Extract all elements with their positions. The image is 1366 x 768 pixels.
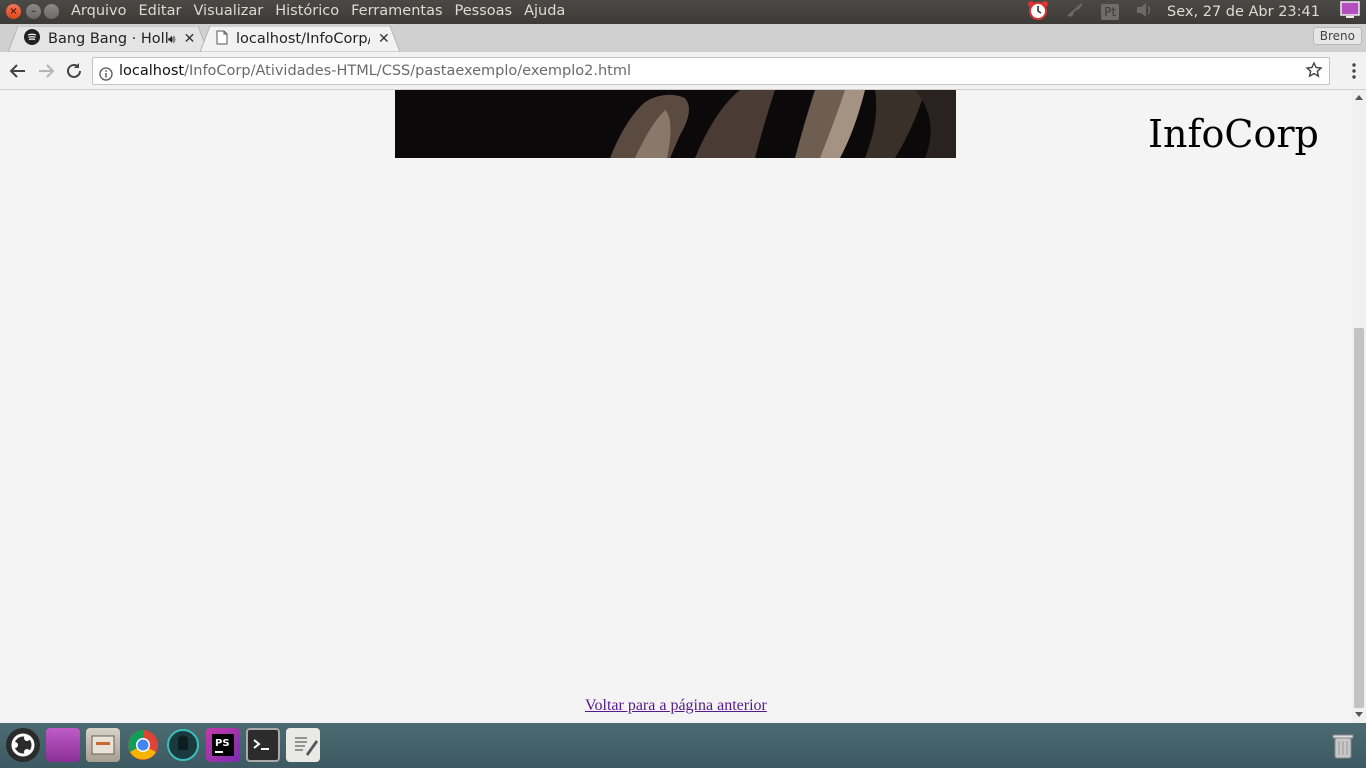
bookmark-star-icon[interactable] <box>1305 61 1323 88</box>
ubuntu-launcher-icon[interactable] <box>6 728 40 762</box>
gitkraken-icon[interactable] <box>166 728 200 762</box>
profile-button[interactable]: Breno <box>1312 27 1362 45</box>
window-maximize-button[interactable] <box>44 4 59 19</box>
scroll-up-icon[interactable] <box>1355 94 1363 100</box>
vertical-scrollbar[interactable] <box>1352 90 1366 723</box>
scrollbar-thumb[interactable] <box>1354 328 1364 708</box>
kebab-menu-icon[interactable] <box>1352 62 1356 80</box>
app-store-icon[interactable] <box>46 728 80 762</box>
tab-strip: Bang Bang · Holly 🔊︎ ✕ localhost/InfoCor… <box>0 24 1366 72</box>
files-icon[interactable] <box>86 728 120 762</box>
text-editor-icon[interactable] <box>286 728 320 762</box>
terminal-icon[interactable] <box>246 728 280 762</box>
reload-icon[interactable] <box>64 61 84 81</box>
url-host: localhost <box>119 63 185 79</box>
trash-icon[interactable] <box>1326 728 1360 762</box>
menu-ferramentas[interactable]: Ferramentas <box>351 3 442 19</box>
window-minimize-button[interactable]: – <box>26 4 41 19</box>
system-menubar: × – Arquivo Editar Visualizar Histórico … <box>0 0 1366 24</box>
menu-pessoas[interactable]: Pessoas <box>455 3 513 19</box>
page-icon <box>216 30 228 49</box>
session-icon[interactable] <box>1340 0 1360 24</box>
close-icon[interactable]: ✕ <box>378 31 390 47</box>
tab-title: localhost/InfoCorp/ <box>236 31 370 47</box>
forward-arrow-icon[interactable] <box>36 61 56 81</box>
window-close-button[interactable]: × <box>6 4 21 19</box>
back-link[interactable]: Voltar para a página anterior <box>585 697 767 715</box>
clock[interactable]: Sex, 27 de Abr 23:41 <box>1167 4 1320 20</box>
tab-spotify[interactable]: Bang Bang · Holly 🔊︎ ✕ <box>8 26 208 52</box>
menu-arquivo[interactable]: Arquivo <box>71 3 127 19</box>
address-bar[interactable]: localhost/InfoCorp/Atividades-HTML/CSS/p… <box>92 57 1330 85</box>
menu-visualizar[interactable]: Visualizar <box>193 3 263 19</box>
url-path: /InfoCorp/Atividades-HTML/CSS/pastaexemp… <box>184 63 631 79</box>
chrome-icon[interactable] <box>126 728 160 762</box>
browser-toolbar: localhost/InfoCorp/Atividades-HTML/CSS/p… <box>0 52 1366 90</box>
phpstorm-icon[interactable]: PS <box>206 728 240 762</box>
close-icon[interactable]: ✕ <box>184 31 196 47</box>
back-arrow-icon[interactable] <box>8 61 28 81</box>
keyboard-layout-indicator[interactable]: Pt <box>1101 4 1120 20</box>
audio-playing-icon[interactable]: 🔊︎ <box>168 32 176 47</box>
page-viewport: InfoCorp Voltar para a página anterior <box>0 90 1352 723</box>
app-menu: Arquivo Editar Visualizar Histórico Ferr… <box>71 3 565 19</box>
volume-icon[interactable] <box>1135 2 1153 22</box>
scroll-down-icon[interactable] <box>1355 712 1363 718</box>
network-icon[interactable] <box>1065 1 1085 23</box>
menu-editar[interactable]: Editar <box>139 3 182 19</box>
tab-localhost[interactable]: localhost/InfoCorp/ ✕ <box>200 26 400 52</box>
tab-title: Bang Bang · Holly <box>48 31 168 47</box>
brand-title: InfoCorp <box>1148 112 1319 156</box>
menu-historico[interactable]: Histórico <box>275 3 339 19</box>
svg-text:PS: PS <box>215 738 230 749</box>
system-indicators: Pt Sex, 27 de Abr 23:41 <box>1019 0 1366 24</box>
menu-ajuda[interactable]: Ajuda <box>524 3 565 19</box>
info-icon[interactable] <box>99 64 113 90</box>
launcher-dock: PS <box>0 723 1366 768</box>
hero-image <box>395 90 956 158</box>
alarm-clock-icon[interactable] <box>1027 0 1049 24</box>
url-text: localhost/InfoCorp/Atividades-HTML/CSS/p… <box>119 58 631 84</box>
spotify-icon <box>24 29 40 49</box>
